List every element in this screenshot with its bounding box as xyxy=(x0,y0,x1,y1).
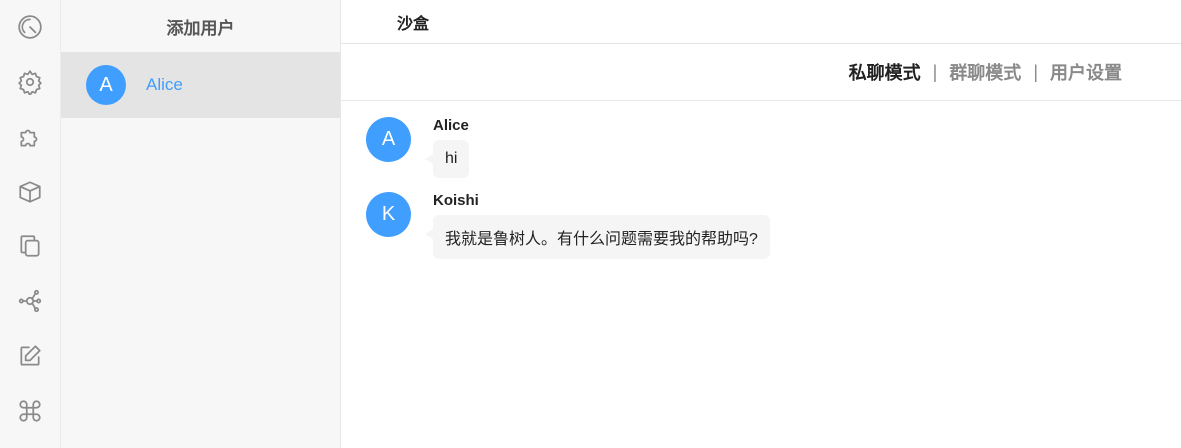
command-icon[interactable] xyxy=(12,393,48,428)
puzzle-icon[interactable] xyxy=(12,120,48,155)
mode-bar: 私聊模式 | 群聊模式 | 用户设置 xyxy=(341,44,1181,101)
message-sender: Alice xyxy=(433,117,469,134)
dashboard-gauge-icon[interactable] xyxy=(12,10,48,45)
message-sender: Koishi xyxy=(433,192,479,209)
gear-icon[interactable] xyxy=(12,65,48,100)
app-window: 添加用户 A Alice 沙盒 私聊模式 | 群聊模式 | 用户设置 A Ali… xyxy=(0,0,1181,448)
box-icon[interactable] xyxy=(12,174,48,209)
icon-rail xyxy=(0,0,61,448)
tab-sandbox[interactable]: 沙盒 xyxy=(397,10,429,34)
user-name: Alice xyxy=(146,75,183,94)
message: A Alice hi xyxy=(366,117,1181,178)
mode-private-chat[interactable]: 私聊模式 xyxy=(849,59,921,85)
message: K Koishi 我就是鲁树人。有什么问题需要我的帮助吗? xyxy=(366,192,1181,259)
mode-separator: | xyxy=(932,61,938,82)
message-bubble: hi xyxy=(424,140,470,178)
mode-group-chat[interactable]: 群聊模式 xyxy=(949,59,1021,85)
mode-separator: | xyxy=(1033,61,1038,82)
copy-icon[interactable] xyxy=(12,229,48,264)
user-panel: 添加用户 A Alice xyxy=(61,0,341,448)
avatar: K xyxy=(366,192,411,237)
edit-icon[interactable] xyxy=(12,339,48,374)
add-user-button[interactable]: 添加用户 xyxy=(61,0,340,52)
message-bubble: 我就是鲁树人。有什么问题需要我的帮助吗? xyxy=(425,215,770,259)
avatar: A xyxy=(86,65,126,105)
message-list: A Alice hi K Koishi 我就是鲁树人。有什么问题需要我的帮助吗? xyxy=(341,101,1181,448)
user-list-item[interactable]: A Alice xyxy=(61,52,340,118)
network-icon[interactable] xyxy=(12,284,48,319)
chat-main: 沙盒 私聊模式 | 群聊模式 | 用户设置 A Alice hi K Koish… xyxy=(341,0,1181,448)
mode-user-settings[interactable]: 用户设置 xyxy=(1050,59,1122,85)
tab-bar: 沙盒 xyxy=(341,0,1181,44)
avatar: A xyxy=(366,117,411,162)
message-body: Alice hi xyxy=(424,117,470,178)
message-body: Koishi 我就是鲁树人。有什么问题需要我的帮助吗? xyxy=(425,192,770,259)
